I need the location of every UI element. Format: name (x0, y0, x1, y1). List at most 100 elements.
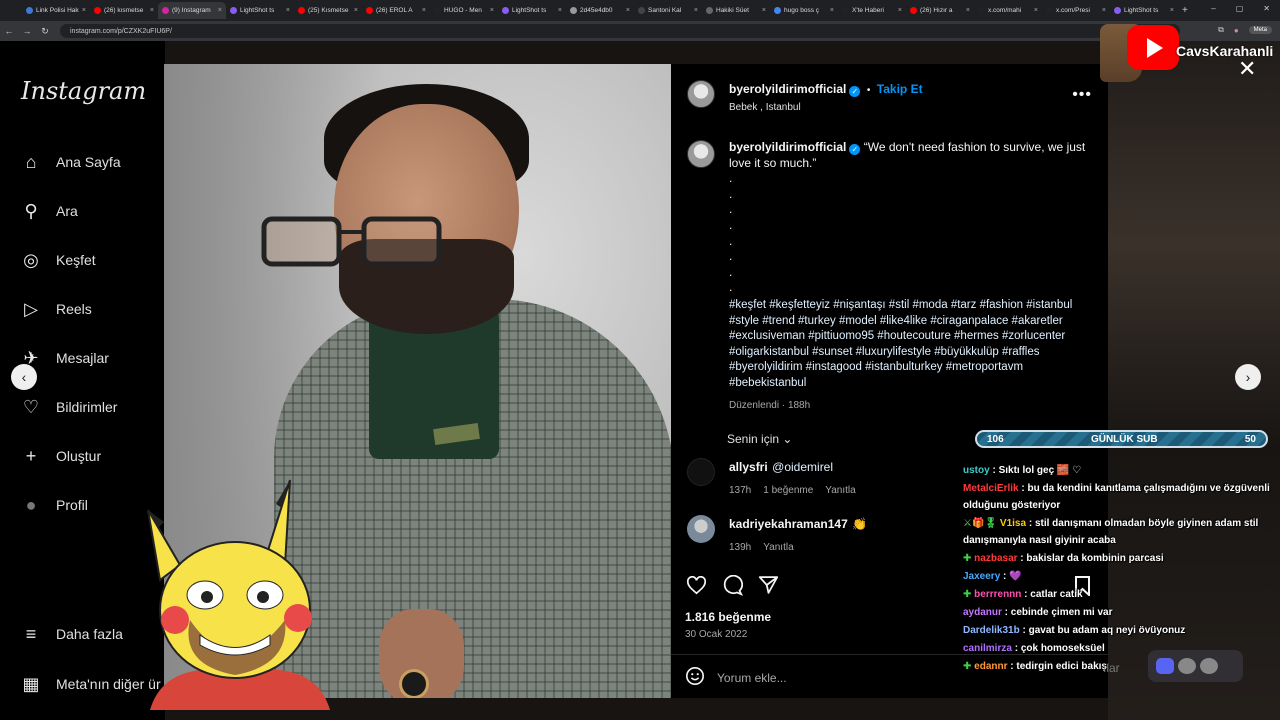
caption-hashtags[interactable]: #keşfet #keşfetteyiz #nişantaşı #stil #m… (729, 298, 1089, 392)
sidebar-item-search[interactable]: ⚲ Ara (20, 200, 77, 222)
browser-tab[interactable]: X'te Haberi × (838, 2, 906, 19)
chat-username: canilmirza (963, 643, 1012, 654)
browser-tab[interactable]: LightShot ts × (498, 2, 566, 19)
sidebar-item-avatar[interactable]: ● Profil (20, 494, 88, 516)
comment-bubble-icon[interactable] (721, 574, 743, 596)
chat-text: tedirgin edici bakış (1016, 661, 1107, 672)
post-location[interactable]: Bebek , Istanbul (729, 102, 923, 113)
chat-text: bakislar da kombinin parcasi (1026, 553, 1164, 564)
comment-avatar[interactable] (687, 515, 715, 543)
tab-close-icon[interactable]: × (490, 7, 494, 14)
caption-dots: ........ (729, 171, 1089, 296)
browser-tab[interactable]: Santoni Kal × (634, 2, 702, 19)
sidebar-item-label: Bildirimler (56, 399, 118, 415)
reply-button[interactable]: Yanıtla (763, 542, 793, 553)
browser-tab[interactable]: (26) EROL A × (362, 2, 430, 19)
sidebar-item-reels[interactable]: ▷ Reels (20, 298, 92, 320)
tab-favicon-icon (706, 7, 713, 14)
caption-username[interactable]: byerolyildirimofficial (729, 140, 846, 154)
author-username[interactable]: byerolyildirimofficial (729, 82, 846, 96)
url-field[interactable]: instagram.com/p/CZXK2uFIU6P/ (60, 24, 1180, 38)
user-icon (1178, 658, 1196, 674)
tab-close-icon[interactable]: × (694, 7, 698, 14)
tab-close-icon[interactable]: × (558, 7, 562, 14)
browser-tab[interactable]: (26) Hızır a × (906, 2, 974, 19)
share-send-icon[interactable] (757, 574, 779, 596)
sidebar-item-plus[interactable]: + Oluştur (20, 445, 101, 467)
like-heart-icon[interactable] (685, 574, 707, 596)
minimize-icon[interactable]: – (1211, 4, 1215, 13)
forward-icon[interactable]: → (18, 26, 36, 36)
chat-text: Sıktı lol geç 🧱 ♡ (998, 465, 1082, 476)
extensions-icon[interactable]: ⧉ (1218, 25, 1224, 35)
browser-tab[interactable]: 2d45e4db0 × (566, 2, 634, 19)
back-icon[interactable]: ← (0, 26, 18, 36)
previous-post-button[interactable]: ‹ (11, 364, 37, 390)
sidebar-item-home[interactable]: ⌂ Ana Sayfa (20, 151, 121, 173)
tab-close-icon[interactable]: × (422, 7, 426, 14)
comment-username[interactable]: allysfri (729, 460, 768, 474)
likes-count[interactable]: 1.816 beğenme (685, 610, 771, 624)
chat-badge-icon: ⚔🎁🎖 (963, 518, 998, 529)
comment-avatar[interactable] (687, 458, 715, 486)
comment-text[interactable]: @oidemirel (772, 460, 833, 474)
tab-close-icon[interactable]: × (762, 7, 766, 14)
caption-dot: . (729, 264, 733, 279)
comments-sort-dropdown[interactable]: Senin için ⌄ (727, 432, 792, 446)
author-avatar[interactable] (687, 80, 715, 108)
browser-tab[interactable]: (26) kısmetse × (90, 2, 158, 19)
emoji-icon[interactable] (685, 666, 705, 689)
sidebar-item-menu[interactable]: ≡ Daha fazla (20, 623, 123, 645)
meta-chip[interactable]: Meta (1248, 26, 1272, 34)
instagram-logo[interactable]: Instagram (21, 77, 146, 105)
sidebar-item-heart[interactable]: ♡ Bildirimler (20, 396, 118, 418)
browser-tab[interactable]: LightShot ts × (1110, 2, 1178, 19)
sidebar-item-compass[interactable]: ◎ Keşfet (20, 249, 96, 271)
close-icon[interactable]: ✕ (1238, 56, 1256, 82)
window-close-icon[interactable]: ✕ (1263, 4, 1270, 13)
browser-tab[interactable]: (9) Instagram × (158, 2, 226, 19)
browser-tab[interactable]: (25) Kısmetse × (294, 2, 362, 19)
tab-close-icon[interactable]: × (1034, 7, 1038, 14)
tab-close-icon[interactable]: × (82, 7, 86, 14)
reload-icon[interactable]: ↻ (36, 26, 54, 37)
more-options-icon[interactable]: ••• (1072, 86, 1092, 104)
caption-dot: . (729, 249, 733, 264)
comment-likes[interactable]: 1 beğenme (763, 485, 813, 496)
tab-close-icon[interactable]: × (1170, 7, 1174, 14)
partial-text: ılar (1103, 661, 1120, 675)
tab-close-icon[interactable]: × (354, 7, 358, 14)
browser-tab[interactable]: hugo boss ç × (770, 2, 838, 19)
chat-username: ustoy (963, 465, 990, 476)
tab-close-icon[interactable]: × (286, 7, 290, 14)
tab-close-icon[interactable]: × (626, 7, 630, 14)
browser-tab[interactable]: Link Polisi Hakkımda× (22, 2, 90, 19)
sidebar-item-label: Ana Sayfa (56, 154, 121, 170)
tab-close-icon[interactable]: × (966, 7, 970, 14)
comment-input[interactable]: Yorum ekle... (717, 671, 787, 685)
new-tab-button[interactable]: + (1182, 5, 1188, 16)
comment-username[interactable]: kadriyekahraman147 (729, 517, 848, 531)
follow-button[interactable]: Takip Et (877, 82, 923, 96)
browser-tab[interactable]: x.com/mahi × (974, 2, 1042, 19)
tab-close-icon[interactable]: × (830, 7, 834, 14)
tab-close-icon[interactable]: × (150, 7, 154, 14)
caption-avatar[interactable] (687, 140, 715, 168)
home-icon: ⌂ (25, 151, 37, 172)
reply-button[interactable]: Yanıtla (825, 485, 855, 496)
chevron-left-icon: ‹ (21, 369, 27, 385)
sidebar-item-messenger[interactable]: ✈ Mesajlar (20, 347, 108, 369)
tab-close-icon[interactable]: × (218, 7, 222, 14)
extensions-area: ⧉ ● Meta (1218, 25, 1272, 35)
separator-dot: • (866, 85, 871, 96)
maximize-icon[interactable]: ▢ (1236, 4, 1244, 13)
browser-tab[interactable]: x.com/Presi × (1042, 2, 1110, 19)
tab-close-icon[interactable]: × (1102, 7, 1106, 14)
next-post-button[interactable]: › (1235, 364, 1261, 390)
browser-tab[interactable]: LightShot ts × (226, 2, 294, 19)
tab-close-icon[interactable]: × (898, 7, 902, 14)
browser-tab[interactable]: Hakiki Süet × (702, 2, 770, 19)
browser-tab[interactable]: HUGO - Men × (430, 2, 498, 19)
tab-title: hugo boss ç (784, 7, 820, 14)
profile-icon[interactable]: ● (1234, 26, 1239, 35)
